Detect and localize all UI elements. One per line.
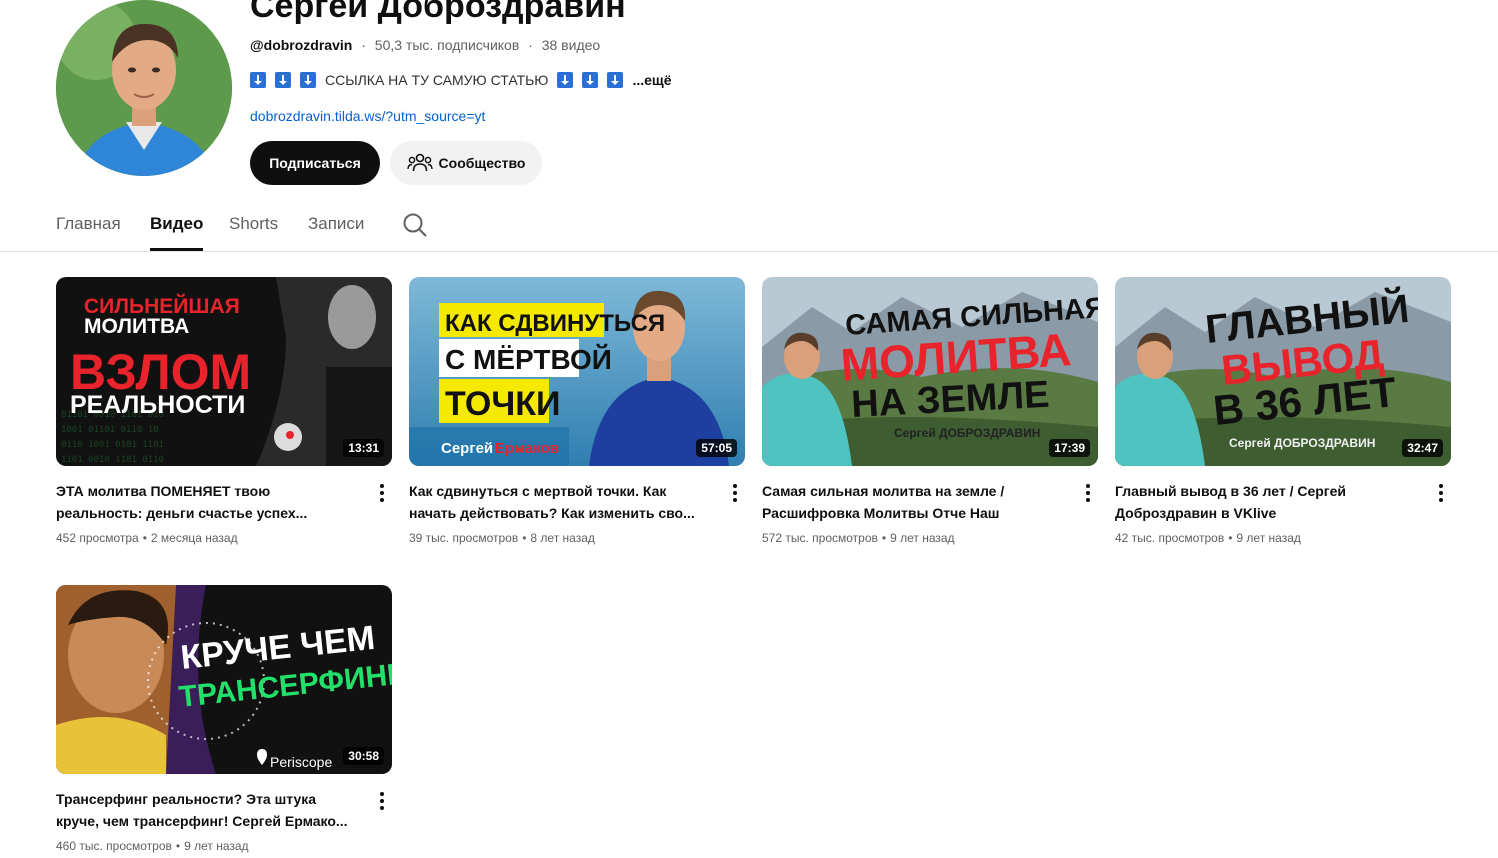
upload-age: 9 лет назад	[890, 531, 955, 545]
thumbnail-image: КАК СДВИНУТЬСЯ С МЁРТВОЙ ТОЧКИ Сергей Ер…	[409, 277, 745, 466]
thumb-text: КАК СДВИНУТЬСЯ	[445, 310, 665, 337]
video-thumbnail[interactable]: КРУЧЕ ЧЕМ ТРАНСЕРФИНГ Periscope 30:58	[56, 585, 392, 774]
video-title-text: Самая сильная молитва на земле / Расшифр…	[762, 483, 1005, 521]
video-duration: 17:39	[1049, 439, 1090, 457]
thumb-text: Сергей ДОБРОЗДРАВИН	[1229, 436, 1375, 450]
thumbnail-image: САМАЯ СИЛЬНАЯ МОЛИТВА НА ЗЕМЛЕ Сергей ДО…	[762, 277, 1098, 466]
thumb-text: ТОЧКИ	[445, 385, 560, 423]
tab-posts[interactable]: Записи	[308, 214, 364, 251]
video-title-text: ЭТА молитва ПОМЕНЯЕТ твою реальность: де…	[56, 483, 308, 521]
view-count: 39 тыс. просмотров	[409, 531, 519, 545]
down-arrow-icon	[250, 72, 266, 88]
more-vert-icon[interactable]	[376, 791, 388, 811]
thumbnail-image: КРУЧЕ ЧЕМ ТРАНСЕРФИНГ Periscope	[56, 585, 392, 774]
svg-text:1101 0010 1101 0110: 1101 0010 1101 0110	[61, 455, 164, 465]
upload-age: 2 месяца назад	[150, 531, 238, 545]
channel-header: Сергей Доброздравин @dobrozdravin · 50,3…	[0, 0, 1498, 200]
more-vert-icon[interactable]	[1435, 483, 1447, 503]
video-title-text: Как сдвинуться с мертвой точки. Как нача…	[409, 483, 695, 521]
video-card[interactable]: САМАЯ СИЛЬНАЯ МОЛИТВА НА ЗЕМЛЕ Сергей ДО…	[762, 277, 1098, 545]
tab-home[interactable]: Главная	[56, 214, 121, 251]
thumb-text: РЕАЛЬНОСТИ	[70, 391, 245, 419]
community-button[interactable]: Сообщество	[390, 141, 542, 185]
upload-age: 9 лет назад	[184, 839, 249, 853]
channel-meta: @dobrozdravin · 50,3 тыс. подписчиков · …	[250, 37, 600, 53]
upload-age: 9 лет назад	[1236, 531, 1301, 545]
description-text: ССЫЛКА НА ТУ САМУЮ СТАТЬЮ	[325, 72, 549, 88]
video-title[interactable]: Главный вывод в 36 лет / Сергей Доброздр…	[1115, 480, 1415, 524]
video-meta: 452 просмотра • 2 месяца назад	[56, 531, 238, 545]
svg-text:1001 01101 0110 10: 1001 01101 0110 10	[61, 425, 159, 435]
subscribe-button[interactable]: Подписаться	[250, 141, 380, 185]
down-arrow-icon	[557, 72, 574, 88]
channel-name: Сергей Доброздравин	[250, 0, 626, 25]
more-vert-icon[interactable]	[1082, 483, 1094, 503]
video-title-text: Трансерфинг реальности? Эта штука круче,…	[56, 791, 348, 829]
video-title-text: Главный вывод в 36 лет / Сергей Доброздр…	[1115, 483, 1347, 521]
meta-separator: ·	[528, 37, 533, 53]
video-duration: 57:05	[696, 439, 737, 457]
channel-link[interactable]: dobrozdravin.tilda.ws/?utm_source=yt	[250, 108, 485, 124]
thumbnail-image: 01101 0010 1101 010 1001 01101 0110 10 0…	[56, 277, 392, 466]
meta-separator: ·	[361, 37, 366, 53]
video-duration: 13:31	[343, 439, 384, 457]
search-icon[interactable]	[402, 212, 428, 238]
video-meta: 572 тыс. просмотров • 9 лет назад	[762, 531, 955, 545]
down-arrow-icon	[275, 72, 291, 88]
thumb-text: Сергей	[441, 440, 493, 457]
video-title[interactable]: ЭТА молитва ПОМЕНЯЕТ твою реальность: де…	[56, 480, 356, 524]
channel-handle[interactable]: @dobrozdravin	[250, 37, 352, 53]
thumbnail-image: ГЛАВНЫЙ ВЫВОД В 36 ЛЕТ Сергей ДОБРОЗДРАВ…	[1115, 277, 1451, 466]
more-vert-icon[interactable]	[376, 483, 388, 503]
more-vert-icon[interactable]	[729, 483, 741, 503]
community-label: Сообщество	[438, 155, 526, 171]
subscriber-count: 50,3 тыс. подписчиков	[374, 37, 520, 53]
video-duration: 30:58	[343, 747, 384, 765]
view-count: 460 тыс. просмотров	[56, 839, 172, 853]
tab-videos[interactable]: Видео	[150, 214, 204, 251]
video-meta: 460 тыс. просмотров • 9 лет назад	[56, 839, 249, 853]
channel-description[interactable]: ССЫЛКА НА ТУ САМУЮ СТАТЬЮ ...ещё	[250, 72, 672, 88]
channel-avatar[interactable]	[56, 0, 232, 176]
tab-shorts[interactable]: Shorts	[229, 214, 278, 251]
down-arrow-icon	[607, 72, 624, 88]
video-duration: 32:47	[1402, 439, 1443, 457]
thumb-text: МОЛИТВА	[84, 315, 189, 338]
video-title[interactable]: Трансерфинг реальности? Эта штука круче,…	[56, 788, 356, 832]
video-thumbnail[interactable]: 01101 0010 1101 010 1001 01101 0110 10 0…	[56, 277, 392, 466]
video-meta: 39 тыс. просмотров • 8 лет назад	[409, 531, 595, 545]
view-count: 452 просмотра	[56, 531, 139, 545]
video-title[interactable]: Как сдвинуться с мертвой точки. Как нача…	[409, 480, 709, 524]
video-thumbnail[interactable]: САМАЯ СИЛЬНАЯ МОЛИТВА НА ЗЕМЛЕ Сергей ДО…	[762, 277, 1098, 466]
avatar-portrait	[56, 0, 232, 176]
view-count: 572 тыс. просмотров	[762, 531, 878, 545]
video-title[interactable]: Самая сильная молитва на земле / Расшифр…	[762, 480, 1062, 524]
video-card[interactable]: 01101 0010 1101 010 1001 01101 0110 10 0…	[56, 277, 392, 545]
down-arrow-icon	[582, 72, 599, 88]
down-arrow-icon	[300, 72, 316, 88]
video-thumbnail[interactable]: КАК СДВИНУТЬСЯ С МЁРТВОЙ ТОЧКИ Сергей Ер…	[409, 277, 745, 466]
view-count: 42 тыс. просмотров	[1115, 531, 1225, 545]
svg-text:0110 1001 0101 1101: 0110 1001 0101 1101	[61, 440, 164, 450]
more-link[interactable]: ...ещё	[632, 72, 671, 88]
channel-tabs: Главная Видео Shorts Записи	[0, 200, 1498, 252]
thumb-text: Ермаков	[495, 440, 559, 457]
video-card[interactable]: КРУЧЕ ЧЕМ ТРАНСЕРФИНГ Periscope 30:58 Тр…	[56, 585, 392, 853]
community-icon	[406, 153, 433, 172]
upload-age: 8 лет назад	[530, 531, 595, 545]
video-count: 38 видео	[541, 37, 601, 53]
thumb-text: Сергей ДОБРОЗДРАВИН	[894, 426, 1040, 440]
video-card[interactable]: КАК СДВИНУТЬСЯ С МЁРТВОЙ ТОЧКИ Сергей Ер…	[409, 277, 745, 545]
thumb-text: С МЁРТВОЙ	[445, 343, 612, 375]
video-meta: 42 тыс. просмотров • 9 лет назад	[1115, 531, 1301, 545]
thumb-text: Periscope	[270, 754, 332, 770]
video-card[interactable]: ГЛАВНЫЙ ВЫВОД В 36 ЛЕТ Сергей ДОБРОЗДРАВ…	[1115, 277, 1451, 545]
video-thumbnail[interactable]: ГЛАВНЫЙ ВЫВОД В 36 ЛЕТ Сергей ДОБРОЗДРАВ…	[1115, 277, 1451, 466]
